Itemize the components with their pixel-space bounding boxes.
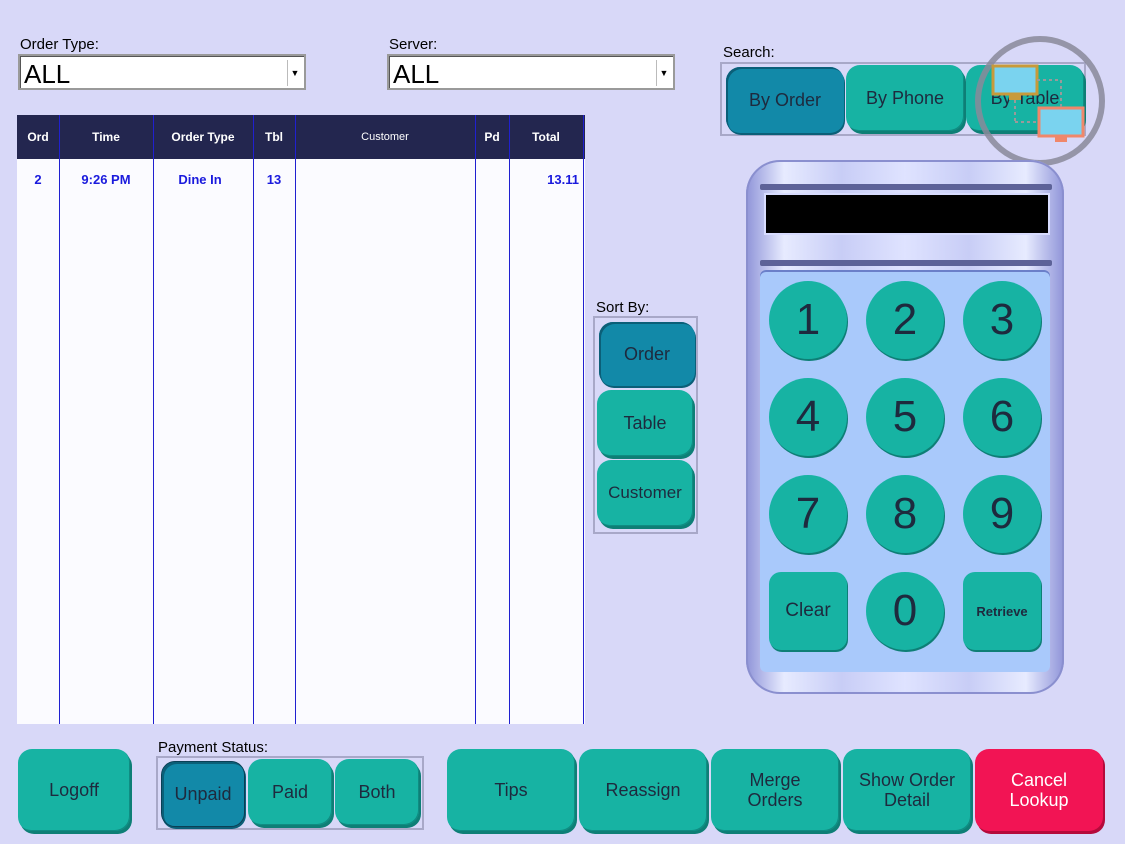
sort-by-table-button[interactable]: Table (597, 390, 693, 456)
order-type-select[interactable]: ALL ▼ (18, 54, 306, 90)
column-divider (475, 115, 476, 724)
keypad-key-0[interactable]: 0 (866, 572, 944, 650)
payment-both-button[interactable]: Both (335, 759, 419, 825)
keypad-key-6[interactable]: 6 (963, 378, 1041, 456)
column-divider (253, 115, 254, 724)
dropdown-arrow-icon[interactable]: ▼ (287, 60, 302, 86)
keypad-key-5[interactable]: 5 (866, 378, 944, 456)
search-label: Search: (723, 44, 775, 61)
column-divider (583, 115, 584, 724)
sort-by-label: Sort By: (596, 299, 650, 316)
server-label: Server: (389, 36, 438, 53)
keypad-divider (760, 260, 1052, 266)
column-header-order-type[interactable]: Order Type (153, 115, 253, 159)
keypad-display (764, 193, 1050, 235)
column-divider (509, 115, 510, 724)
column-header-tbl[interactable]: Tbl (253, 115, 295, 159)
reassign-button[interactable]: Reassign (579, 749, 707, 831)
keypad-key-3[interactable]: 3 (963, 281, 1041, 359)
logoff-button[interactable]: Logoff (18, 749, 130, 831)
column-divider (153, 115, 154, 724)
cell-tbl: 13 (266, 172, 282, 187)
server-select[interactable]: ALL ▼ (387, 54, 675, 90)
cell-total: 13.11 (547, 172, 579, 187)
column-header-pd[interactable]: Pd (475, 115, 509, 159)
keypad-key-8[interactable]: 8 (866, 475, 944, 553)
merge-orders-button[interactable]: Merge Orders (711, 749, 839, 831)
keypad-key-9[interactable]: 9 (963, 475, 1041, 553)
search-by-order-button[interactable]: By Order (726, 67, 844, 133)
search-by-phone-button[interactable]: By Phone (846, 65, 964, 131)
keypad-display-bezel (760, 184, 1052, 190)
column-header-ord[interactable]: Ord (17, 115, 59, 159)
cell-order-type: Dine In (178, 172, 222, 187)
dropdown-arrow-icon[interactable]: ▼ (656, 60, 671, 86)
show-order-detail-button[interactable]: Show Order Detail (843, 749, 971, 831)
payment-status-label: Payment Status: (158, 739, 269, 756)
column-header-total[interactable]: Total (509, 115, 583, 159)
cell-time: 9:26 PM (81, 172, 131, 187)
keypad-key-7[interactable]: 7 (769, 475, 847, 553)
sort-by-customer-button[interactable]: Customer (597, 460, 693, 526)
server-value: ALL (393, 59, 440, 89)
table-row[interactable]: 2 9:26 PM Dine In 13 13.11 (17, 159, 583, 189)
order-type-label: Order Type: (20, 36, 99, 53)
cancel-lookup-button[interactable]: Cancel Lookup (975, 749, 1103, 831)
order-table: Ord Time Order Type Tbl Customer Pd Tota… (17, 115, 585, 724)
cell-ord: 2 (34, 172, 42, 187)
keypad-clear-button[interactable]: Clear (769, 572, 847, 650)
column-divider (295, 115, 296, 724)
column-header-time[interactable]: Time (59, 115, 153, 159)
payment-unpaid-button[interactable]: Unpaid (161, 761, 245, 827)
keypad-key-2[interactable]: 2 (866, 281, 944, 359)
tips-button[interactable]: Tips (447, 749, 575, 831)
column-divider (59, 115, 60, 724)
keypad-retrieve-button[interactable]: Retrieve (963, 572, 1041, 650)
column-header-customer[interactable]: Customer (295, 115, 475, 159)
keypad-key-1[interactable]: 1 (769, 281, 847, 359)
keypad-key-4[interactable]: 4 (769, 378, 847, 456)
network-computers-icon (973, 34, 1107, 168)
order-type-value: ALL (24, 59, 71, 89)
payment-paid-button[interactable]: Paid (248, 759, 332, 825)
sort-by-order-button[interactable]: Order (599, 322, 695, 386)
